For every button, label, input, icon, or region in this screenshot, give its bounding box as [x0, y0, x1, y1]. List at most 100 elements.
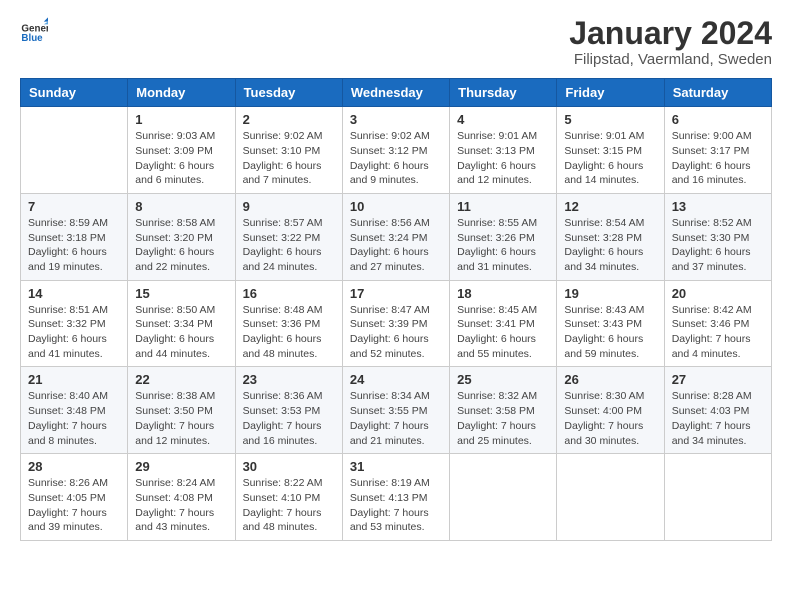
col-tuesday: Tuesday [235, 79, 342, 107]
day-number: 14 [28, 286, 120, 301]
table-row: 29Sunrise: 8:24 AMSunset: 4:08 PMDayligh… [128, 454, 235, 541]
day-info: Sunrise: 8:22 AMSunset: 4:10 PMDaylight:… [243, 476, 335, 535]
day-number: 22 [135, 372, 227, 387]
day-info: Sunrise: 9:02 AMSunset: 3:10 PMDaylight:… [243, 129, 335, 188]
table-row: 26 Sunrise: 8:30 AMSunset: 4:00 PMDayligh… [557, 367, 664, 454]
day-number: 31 [350, 459, 442, 474]
table-row: 9 Sunrise: 8:57 AMSunset: 3:22 PMDaylight… [235, 193, 342, 280]
table-row: 3 Sunrise: 9:02 AMSunset: 3:12 PMDaylight… [342, 107, 449, 194]
table-row [21, 107, 128, 194]
day-info: Sunrise: 8:52 AMSunset: 3:30 PMDaylight:… [672, 216, 764, 275]
day-number: 29 [135, 459, 227, 474]
col-sunday: Sunday [21, 79, 128, 107]
table-row: 1 Sunrise: 9:03 AMSunset: 3:09 PMDaylight… [128, 107, 235, 194]
day-number: 28 [28, 459, 120, 474]
day-number: 19 [564, 286, 656, 301]
table-row: 14 Sunrise: 8:51 AMSunset: 3:32 PMDayligh… [21, 280, 128, 367]
logo-icon: General Blue [20, 16, 48, 44]
table-row: 2 Sunrise: 9:02 AMSunset: 3:10 PMDaylight… [235, 107, 342, 194]
day-number: 26 [564, 372, 656, 387]
page-header: General Blue January 2024 Filipstad, Vae… [20, 16, 772, 68]
day-number: 3 [350, 112, 442, 127]
day-info: Sunrise: 8:30 AMSunset: 4:00 PMDaylight:… [564, 389, 656, 448]
table-row [557, 454, 664, 541]
day-info: Sunrise: 8:59 AMSunset: 3:18 PMDaylight:… [28, 216, 120, 275]
day-info: Sunrise: 8:50 AMSunset: 3:34 PMDaylight:… [135, 303, 227, 362]
day-info: Sunrise: 8:40 AMSunset: 3:48 PMDaylight:… [28, 389, 120, 448]
day-info: Sunrise: 8:58 AMSunset: 3:20 PMDaylight:… [135, 216, 227, 275]
day-info: Sunrise: 8:32 AMSunset: 3:58 PMDaylight:… [457, 389, 549, 448]
table-row: 27 Sunrise: 8:28 AMSunset: 4:03 PMDayligh… [664, 367, 771, 454]
day-number: 9 [243, 199, 335, 214]
calendar-table: Sunday Monday Tuesday Wednesday Thursday… [20, 78, 772, 541]
week-row-3: 14 Sunrise: 8:51 AMSunset: 3:32 PMDayligh… [21, 280, 772, 367]
table-row: 15Sunrise: 8:50 AMSunset: 3:34 PMDayligh… [128, 280, 235, 367]
day-number: 27 [672, 372, 764, 387]
day-number: 10 [350, 199, 442, 214]
col-thursday: Thursday [450, 79, 557, 107]
page-subtitle: Filipstad, Vaermland, Sweden [569, 51, 772, 68]
day-number: 13 [672, 199, 764, 214]
day-info: Sunrise: 8:47 AMSunset: 3:39 PMDaylight:… [350, 303, 442, 362]
table-row: 18 Sunrise: 8:45 AMSunset: 3:41 PMDayligh… [450, 280, 557, 367]
day-info: Sunrise: 8:34 AMSunset: 3:55 PMDaylight:… [350, 389, 442, 448]
day-info: Sunrise: 8:36 AMSunset: 3:53 PMDaylight:… [243, 389, 335, 448]
day-info: Sunrise: 8:38 AMSunset: 3:50 PMDaylight:… [135, 389, 227, 448]
page-title: January 2024 [569, 16, 772, 51]
day-number: 12 [564, 199, 656, 214]
day-info: Sunrise: 8:48 AMSunset: 3:36 PMDaylight:… [243, 303, 335, 362]
table-row: 7 Sunrise: 8:59 AMSunset: 3:18 PMDaylight… [21, 193, 128, 280]
day-number: 24 [350, 372, 442, 387]
day-number: 11 [457, 199, 549, 214]
day-info: Sunrise: 8:55 AMSunset: 3:26 PMDaylight:… [457, 216, 549, 275]
day-number: 30 [243, 459, 335, 474]
day-number: 7 [28, 199, 120, 214]
day-number: 2 [243, 112, 335, 127]
day-info: Sunrise: 8:51 AMSunset: 3:32 PMDaylight:… [28, 303, 120, 362]
day-info: Sunrise: 9:02 AMSunset: 3:12 PMDaylight:… [350, 129, 442, 188]
day-number: 25 [457, 372, 549, 387]
day-info: Sunrise: 8:19 AMSunset: 4:13 PMDaylight:… [350, 476, 442, 535]
table-row: 21Sunrise: 8:40 AMSunset: 3:48 PMDayligh… [21, 367, 128, 454]
day-number: 16 [243, 286, 335, 301]
table-row: 17 Sunrise: 8:47 AMSunset: 3:39 PMDayligh… [342, 280, 449, 367]
col-wednesday: Wednesday [342, 79, 449, 107]
table-row: 25 Sunrise: 8:32 AMSunset: 3:58 PMDayligh… [450, 367, 557, 454]
title-block: January 2024 Filipstad, Vaermland, Swede… [569, 16, 772, 68]
table-row: 24 Sunrise: 8:34 AMSunset: 3:55 PMDayligh… [342, 367, 449, 454]
col-friday: Friday [557, 79, 664, 107]
day-number: 8 [135, 199, 227, 214]
table-row [664, 454, 771, 541]
day-number: 4 [457, 112, 549, 127]
day-number: 5 [564, 112, 656, 127]
day-info: Sunrise: 8:26 AMSunset: 4:05 PMDaylight:… [28, 476, 120, 535]
table-row: 20Sunrise: 8:42 AMSunset: 3:46 PMDayligh… [664, 280, 771, 367]
day-number: 17 [350, 286, 442, 301]
day-info: Sunrise: 8:45 AMSunset: 3:41 PMDaylight:… [457, 303, 549, 362]
col-monday: Monday [128, 79, 235, 107]
day-info: Sunrise: 9:00 AMSunset: 3:17 PMDaylight:… [672, 129, 764, 188]
table-row: 28 Sunrise: 8:26 AMSunset: 4:05 PMDayligh… [21, 454, 128, 541]
logo: General Blue [20, 16, 48, 44]
table-row [450, 454, 557, 541]
day-info: Sunrise: 9:03 AMSunset: 3:09 PMDaylight:… [135, 129, 227, 188]
table-row: 13 Sunrise: 8:52 AMSunset: 3:30 PMDayligh… [664, 193, 771, 280]
table-row: 12Sunrise: 8:54 AMSunset: 3:28 PMDayligh… [557, 193, 664, 280]
table-row: 4Sunrise: 9:01 AMSunset: 3:13 PMDaylight… [450, 107, 557, 194]
table-row: 11 Sunrise: 8:55 AMSunset: 3:26 PMDayligh… [450, 193, 557, 280]
day-info: Sunrise: 8:57 AMSunset: 3:22 PMDaylight:… [243, 216, 335, 275]
day-info: Sunrise: 9:01 AMSunset: 3:15 PMDaylight:… [564, 129, 656, 188]
calendar-header-row: Sunday Monday Tuesday Wednesday Thursday… [21, 79, 772, 107]
day-number: 6 [672, 112, 764, 127]
table-row: 30 Sunrise: 8:22 AMSunset: 4:10 PMDayligh… [235, 454, 342, 541]
day-number: 1 [135, 112, 227, 127]
day-info: Sunrise: 8:43 AMSunset: 3:43 PMDaylight:… [564, 303, 656, 362]
table-row: 22 Sunrise: 8:38 AMSunset: 3:50 PMDayligh… [128, 367, 235, 454]
day-number: 20 [672, 286, 764, 301]
week-row-1: 1 Sunrise: 9:03 AMSunset: 3:09 PMDaylight… [21, 107, 772, 194]
svg-text:Blue: Blue [21, 33, 43, 44]
day-number: 18 [457, 286, 549, 301]
day-info: Sunrise: 8:28 AMSunset: 4:03 PMDaylight:… [672, 389, 764, 448]
table-row: 10Sunrise: 8:56 AMSunset: 3:24 PMDayligh… [342, 193, 449, 280]
table-row: 16 Sunrise: 8:48 AMSunset: 3:36 PMDayligh… [235, 280, 342, 367]
